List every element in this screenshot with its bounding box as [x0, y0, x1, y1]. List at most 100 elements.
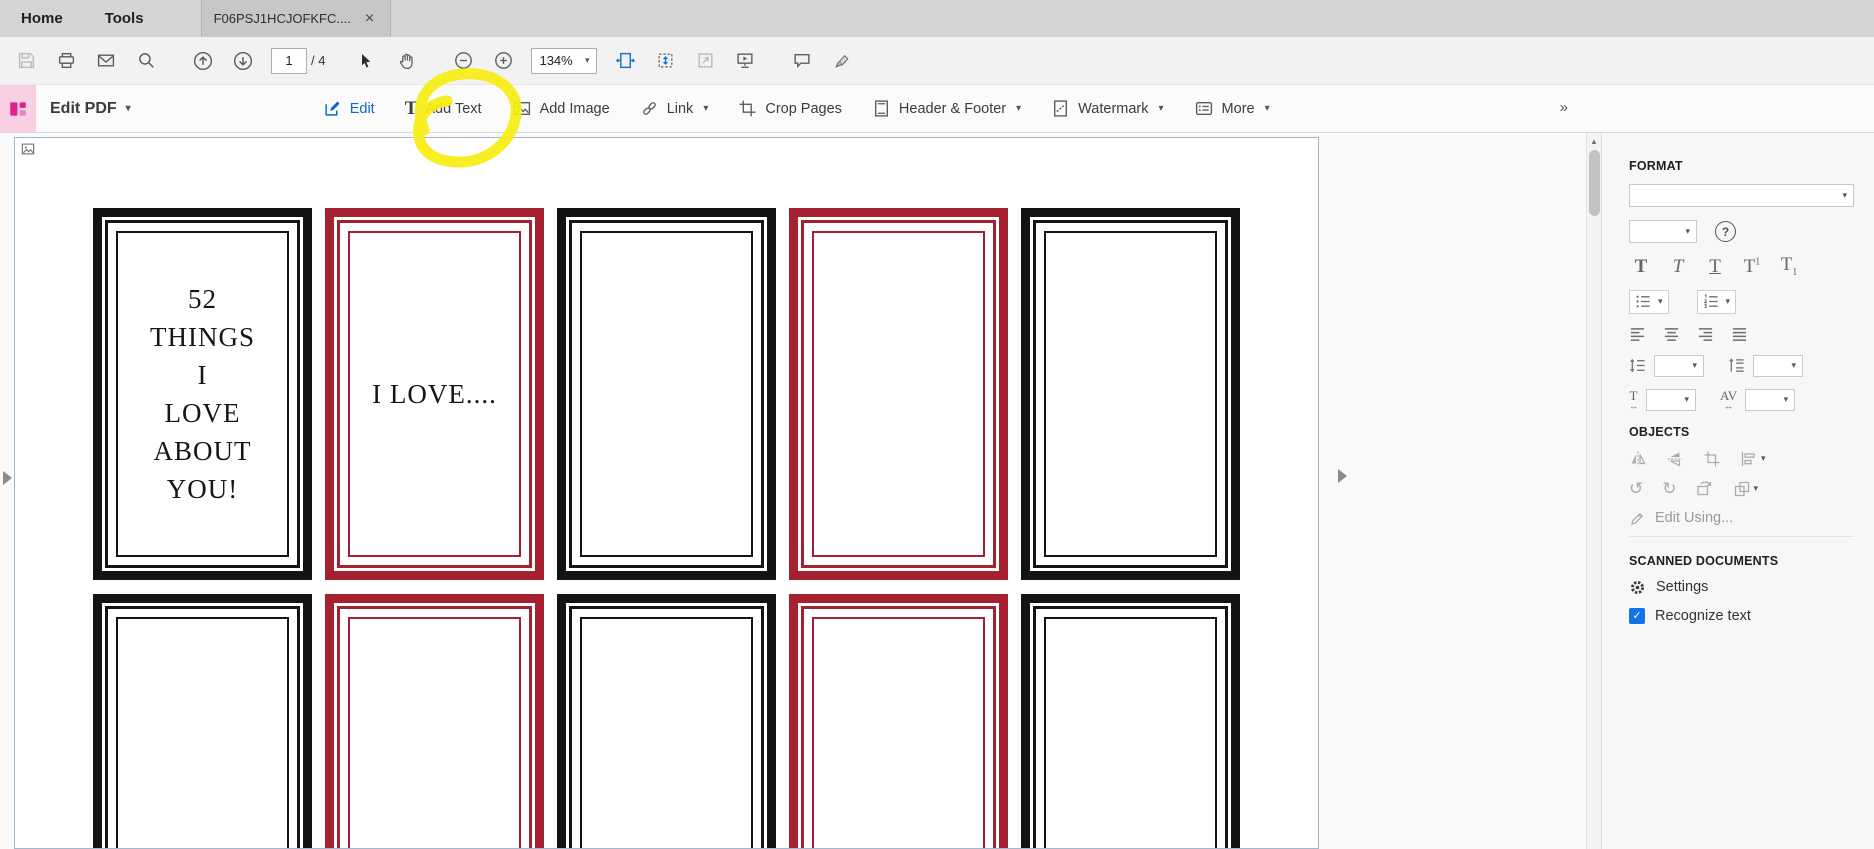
pdf-page[interactable]: 52 THINGS I LOVE ABOUT YOU! I LOVE.... [14, 137, 1319, 849]
arrange-objects-select[interactable]: ▾ [1733, 480, 1758, 498]
card[interactable]: 52 THINGS I LOVE ABOUT YOU! [93, 208, 312, 580]
card-text[interactable]: ABOUT [154, 432, 252, 470]
underline-icon[interactable]: T [1703, 257, 1727, 276]
hand-tool-icon [399, 53, 413, 70]
horizontal-scale-select[interactable]: ▾ [1646, 388, 1696, 411]
email-button[interactable] [91, 45, 121, 77]
line-spacing-select[interactable]: ▾ [1654, 354, 1704, 377]
card[interactable] [1021, 594, 1240, 848]
edit-tool-button[interactable]: Edit [323, 99, 375, 118]
card[interactable] [1021, 208, 1240, 580]
right-panel-handle-icon[interactable] [1338, 469, 1347, 483]
left-panel-handle-icon[interactable] [3, 471, 12, 485]
zoom-level-select[interactable]: 134% ▾ [531, 47, 598, 74]
card-text[interactable]: YOU! [167, 470, 239, 508]
highlight-button[interactable] [827, 45, 857, 77]
subscript-icon[interactable]: T1 [1777, 255, 1801, 278]
recognize-checkbox[interactable]: ✓ [1629, 607, 1645, 624]
watermark-icon [1054, 100, 1068, 117]
edit-using-button[interactable]: Edit Using... [1629, 510, 1854, 527]
hand-tool-button[interactable] [391, 45, 421, 77]
italic-icon[interactable]: T [1666, 257, 1690, 276]
replace-image-icon[interactable] [1696, 480, 1714, 498]
card-text[interactable]: LOVE [165, 394, 241, 432]
card-text[interactable]: 52 [188, 280, 217, 318]
card-text[interactable]: I [198, 356, 208, 394]
character-spacing-select[interactable]: ▾ [1745, 388, 1796, 411]
card-inner: I LOVE.... [348, 231, 521, 557]
card[interactable] [557, 208, 776, 580]
previous-page-button[interactable] [188, 45, 218, 77]
chevron-down-icon: ▾ [1658, 296, 1663, 307]
align-left-icon[interactable] [1629, 326, 1646, 343]
close-tab-icon[interactable]: × [365, 10, 374, 28]
document-tab[interactable]: F06PSJ1HCJOFKFC.... × [200, 0, 391, 37]
search-button[interactable] [131, 45, 161, 77]
scroll-mode-button[interactable] [610, 45, 640, 77]
bold-icon[interactable]: T [1629, 257, 1653, 276]
align-objects-select[interactable]: ▾ [1740, 450, 1766, 468]
vertical-scrollbar[interactable]: ▲ [1586, 133, 1601, 849]
card-inner [812, 231, 985, 557]
add-image-button[interactable]: Add Image [512, 99, 610, 118]
header-footer-button[interactable]: Header & Footer ▾ [872, 99, 1021, 118]
image-marker-icon [21, 143, 35, 155]
fullscreen-button[interactable] [690, 45, 720, 77]
card-text[interactable]: THINGS [150, 318, 255, 356]
card[interactable] [325, 594, 544, 848]
card[interactable] [93, 594, 312, 848]
align-center-icon[interactable] [1663, 326, 1680, 343]
paragraph-spacing-select[interactable]: ▾ [1753, 354, 1803, 377]
recognize-text-option[interactable]: ✓ Recognize text [1629, 607, 1854, 624]
font-family-select[interactable]: ▾ [1629, 184, 1854, 207]
fit-page-button[interactable] [650, 45, 680, 77]
scrollbar-thumb[interactable] [1589, 150, 1600, 216]
presentation-button[interactable] [730, 45, 760, 77]
rotate-ccw-icon[interactable]: ↺ [1629, 480, 1643, 497]
comment-button[interactable] [787, 45, 817, 77]
card[interactable]: I LOVE.... [325, 208, 544, 580]
rotate-cw-icon[interactable]: ↻ [1662, 480, 1676, 497]
edit-pdf-title[interactable]: Edit PDF ▾ [50, 100, 131, 118]
bullet-list-select[interactable]: ▾ [1629, 289, 1669, 314]
line-spacing-icon[interactable] [1629, 357, 1646, 374]
align-right-icon[interactable] [1697, 326, 1714, 343]
menu-tools[interactable]: Tools [84, 0, 165, 37]
numbered-list-select[interactable]: ▾ [1696, 289, 1737, 314]
zoom-in-button[interactable] [488, 45, 518, 77]
font-size-select[interactable]: ▾ [1629, 220, 1697, 243]
edit-pdf-tool-badge[interactable] [0, 85, 36, 132]
paragraph-spacing-icon[interactable] [1728, 357, 1745, 374]
card[interactable] [789, 594, 1008, 848]
align-justify-icon[interactable] [1731, 326, 1748, 343]
card[interactable] [789, 208, 1008, 580]
settings-button[interactable]: Settings [1629, 579, 1854, 596]
help-icon[interactable]: ? [1715, 221, 1736, 242]
toolbar-overflow-chevron[interactable]: » [1560, 99, 1568, 116]
select-tool-button[interactable] [351, 45, 381, 77]
crop-icon[interactable] [1703, 450, 1721, 468]
flip-vertical-icon[interactable] [1666, 450, 1684, 468]
scroll-up-arrow-icon[interactable]: ▲ [1587, 137, 1601, 146]
menu-home[interactable]: Home [0, 0, 84, 37]
superscript-icon[interactable]: T1 [1740, 257, 1764, 276]
horizontal-scale-icon[interactable]: T ↔ [1629, 389, 1638, 411]
more-button[interactable]: More ▾ [1194, 99, 1270, 118]
flip-horizontal-icon[interactable] [1629, 450, 1647, 468]
next-page-button[interactable] [228, 45, 258, 77]
link-button[interactable]: Link ▾ [640, 99, 708, 118]
scanned-documents-title: SCANNED DOCUMENTS [1629, 553, 1779, 568]
watermark-button[interactable]: Watermark ▾ [1051, 99, 1164, 118]
add-text-button[interactable]: T Add Text [405, 99, 482, 118]
page-number-input[interactable] [271, 47, 307, 74]
print-button[interactable] [51, 45, 81, 77]
card[interactable] [557, 594, 776, 848]
header-footer-icon [874, 100, 888, 117]
edit-using-label: Edit Using... [1655, 510, 1734, 527]
save-button[interactable] [11, 45, 41, 77]
crop-pages-button[interactable]: Crop Pages [738, 99, 842, 118]
card-text[interactable]: I LOVE.... [372, 375, 497, 413]
zoom-out-button[interactable] [448, 45, 478, 77]
document-canvas[interactable]: 52 THINGS I LOVE ABOUT YOU! I LOVE.... ▲ [0, 133, 1601, 849]
character-spacing-icon[interactable]: AV ↔ [1720, 389, 1737, 411]
